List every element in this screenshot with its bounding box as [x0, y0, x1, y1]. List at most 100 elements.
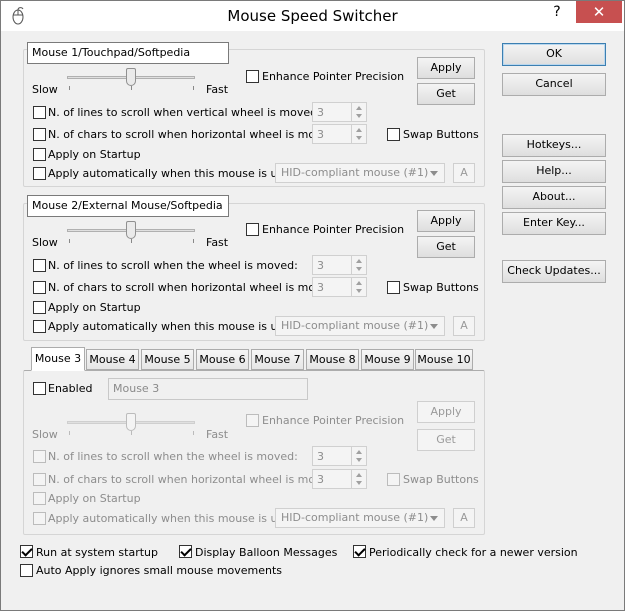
- mouse3-swap-checkbox[interactable]: [387, 473, 400, 486]
- mouse3-get-button[interactable]: Get: [417, 429, 475, 451]
- chevron-down-icon[interactable]: [356, 114, 362, 118]
- about-button[interactable]: About...: [502, 186, 606, 209]
- mouse2-swap-checkbox[interactable]: [387, 281, 400, 294]
- mouse2-chars-label: N. of chars to scroll when horizontal wh…: [48, 281, 340, 294]
- mouse3-chars-arrows[interactable]: [351, 470, 366, 488]
- help-question-icon[interactable]: ?: [543, 1, 571, 23]
- mouse1-auto-checkbox[interactable]: [33, 167, 46, 180]
- tab-mouse-5[interactable]: Mouse 5: [141, 349, 194, 370]
- mouse1-tick: [69, 86, 70, 90]
- help-button[interactable]: Help...: [502, 160, 606, 183]
- chevron-up-icon[interactable]: [356, 450, 362, 454]
- mouse3-lines-arrows[interactable]: [351, 447, 366, 465]
- mouse1-startup-checkbox[interactable]: [33, 148, 46, 161]
- auto-apply-label: Auto Apply ignores small mouse movements: [36, 564, 283, 577]
- mouse1-lines-label: N. of lines to scroll when vertical whee…: [48, 106, 321, 119]
- mouse1-chars-checkbox[interactable]: [33, 128, 46, 141]
- mouse3-device-select[interactable]: HID-compliant mouse (#1): [275, 508, 445, 528]
- chevron-down-icon[interactable]: [356, 481, 362, 485]
- chevron-down-icon[interactable]: [356, 136, 362, 140]
- mouse2-startup-checkbox[interactable]: [33, 301, 46, 314]
- mouse1-device-select[interactable]: HID-compliant mouse (#1): [275, 163, 445, 183]
- hotkeys-button[interactable]: Hotkeys...: [502, 134, 606, 157]
- chevron-up-icon[interactable]: [356, 259, 362, 263]
- mouse2-lines-arrows[interactable]: [351, 256, 366, 274]
- mouse2-chars-arrows[interactable]: [351, 278, 366, 296]
- mouse1-lines-stepper[interactable]: 3: [312, 102, 367, 122]
- mouse3-lines-checkbox[interactable]: [33, 450, 46, 463]
- chevron-up-icon[interactable]: [356, 473, 362, 477]
- chevron-down-icon[interactable]: [356, 267, 362, 271]
- mouse1-name-input[interactable]: Mouse 1/Touchpad/Softpedia: [27, 42, 229, 64]
- mouse2-device-select[interactable]: HID-compliant mouse (#1): [275, 316, 445, 336]
- tab-mouse-4[interactable]: Mouse 4: [86, 349, 139, 370]
- check-newer-checkbox[interactable]: [353, 545, 366, 558]
- mouse3-a-button[interactable]: A: [453, 508, 475, 528]
- chevron-down-icon[interactable]: [356, 289, 362, 293]
- mouse2-enhance-checkbox[interactable]: [246, 223, 259, 236]
- run-startup-checkbox[interactable]: [20, 545, 33, 558]
- mouse2-apply-button[interactable]: Apply: [417, 210, 475, 232]
- chevron-down-icon[interactable]: [430, 171, 438, 176]
- mouse3-chars-stepper[interactable]: 3: [312, 469, 367, 489]
- tab-mouse-3[interactable]: Mouse 3: [31, 347, 85, 371]
- tab-mouse-10[interactable]: Mouse 10: [415, 349, 473, 370]
- mouse3-enabled-checkbox[interactable]: [33, 382, 46, 395]
- tab-mouse-7[interactable]: Mouse 7: [251, 349, 304, 370]
- tab-mouse-6[interactable]: Mouse 6: [196, 349, 249, 370]
- chevron-down-icon[interactable]: [356, 458, 362, 462]
- mouse2-enhance-label: Enhance Pointer Precision: [262, 223, 405, 236]
- chevron-up-icon[interactable]: [356, 128, 362, 132]
- mouse3-enhance-checkbox[interactable]: [246, 414, 259, 427]
- chevron-down-icon[interactable]: [430, 516, 438, 521]
- mouse1-startup-label: Apply on Startup: [48, 148, 141, 161]
- mouse2-a-button[interactable]: A: [453, 316, 475, 336]
- mouse2-auto-checkbox[interactable]: [33, 320, 46, 333]
- mouse2-chars-checkbox[interactable]: [33, 281, 46, 294]
- title-bar[interactable]: Mouse Speed Switcher ? ✕: [1, 1, 624, 31]
- cancel-button[interactable]: Cancel: [502, 73, 606, 96]
- mouse2-get-button[interactable]: Get: [417, 236, 475, 258]
- chevron-up-icon[interactable]: [356, 281, 362, 285]
- tab-mouse-8[interactable]: Mouse 8: [306, 349, 359, 370]
- enter-key-button[interactable]: Enter Key...: [502, 212, 606, 235]
- chevron-up-icon[interactable]: [356, 106, 362, 110]
- mouse3-auto-checkbox[interactable]: [33, 512, 46, 525]
- balloon-messages-checkbox[interactable]: [179, 545, 192, 558]
- mouse1-lines-checkbox[interactable]: [33, 106, 46, 119]
- mouse2-lines-stepper[interactable]: 3: [312, 255, 367, 275]
- ok-button[interactable]: OK: [502, 43, 606, 66]
- mouse3-lines-value: 3: [317, 450, 324, 463]
- close-icon[interactable]: ✕: [576, 1, 622, 23]
- mouse2-name-input[interactable]: Mouse 2/External Mouse/Softpedia: [27, 195, 229, 217]
- mouse3-auto-label: Apply automatically when this mouse is u…: [48, 512, 301, 525]
- mouse1-get-button[interactable]: Get: [417, 83, 475, 105]
- mouse1-enhance-checkbox[interactable]: [246, 70, 259, 83]
- mouse3-enhance-label: Enhance Pointer Precision: [262, 414, 405, 427]
- mouse1-swap-checkbox[interactable]: [387, 128, 400, 141]
- auto-apply-checkbox[interactable]: [20, 564, 33, 577]
- mouse2-speed-slider[interactable]: [126, 221, 136, 239]
- mouse1-apply-button[interactable]: Apply: [417, 57, 475, 79]
- check-updates-button[interactable]: Check Updates...: [502, 260, 606, 283]
- mouse1-slow-label: Slow: [32, 83, 58, 96]
- mouse3-name-input[interactable]: Mouse 3: [108, 378, 308, 400]
- mouse1-speed-slider[interactable]: [126, 68, 136, 86]
- mouse2-lines-checkbox[interactable]: [33, 259, 46, 272]
- mouse1-chars-arrows[interactable]: [351, 125, 366, 143]
- mouse3-startup-label: Apply on Startup: [48, 492, 141, 505]
- mouse3-chars-checkbox[interactable]: [33, 473, 46, 486]
- window-title: Mouse Speed Switcher: [227, 7, 398, 25]
- mouse1-tick: [131, 86, 132, 90]
- mouse1-a-button[interactable]: A: [453, 163, 475, 183]
- mouse3-lines-stepper[interactable]: 3: [312, 446, 367, 466]
- chevron-down-icon[interactable]: [430, 324, 438, 329]
- mouse3-apply-button[interactable]: Apply: [417, 401, 475, 423]
- mouse3-tick: [69, 431, 70, 435]
- mouse1-chars-stepper[interactable]: 3: [312, 124, 367, 144]
- tab-mouse-9[interactable]: Mouse 9: [361, 349, 414, 370]
- mouse3-startup-checkbox[interactable]: [33, 492, 46, 505]
- mouse2-chars-stepper[interactable]: 3: [312, 277, 367, 297]
- mouse3-speed-slider[interactable]: [126, 413, 136, 431]
- mouse1-lines-arrows[interactable]: [351, 103, 366, 121]
